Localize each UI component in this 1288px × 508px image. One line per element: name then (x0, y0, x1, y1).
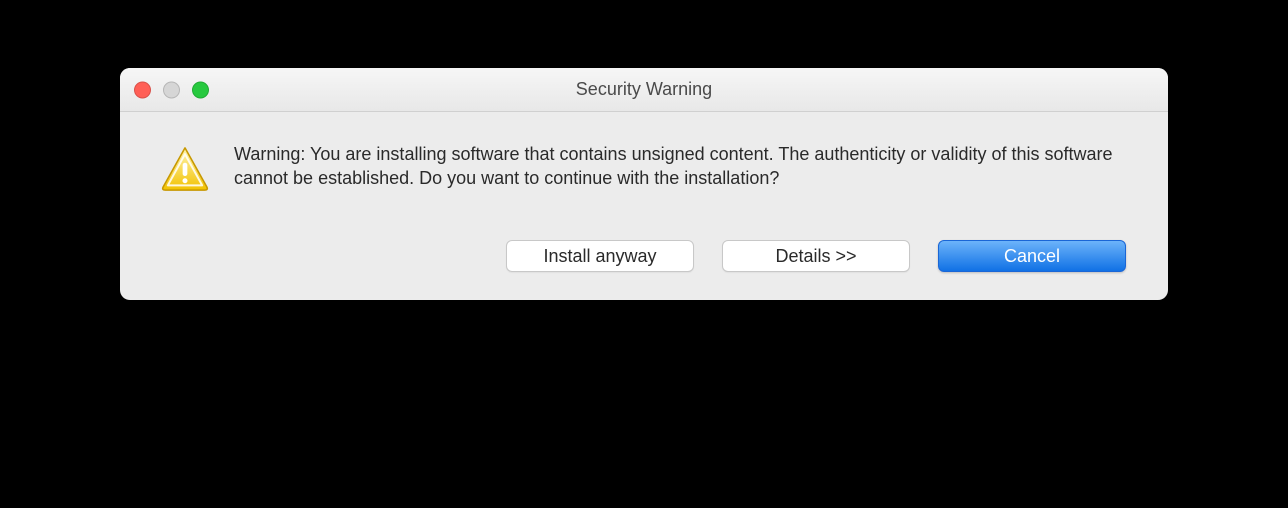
minimize-window-button (163, 81, 180, 98)
warning-icon (160, 144, 210, 194)
button-row: Install anyway Details >> Cancel (160, 240, 1128, 272)
security-warning-dialog: Security Warning Warning: You (120, 68, 1168, 300)
close-window-button[interactable] (134, 81, 151, 98)
window-controls (134, 81, 209, 98)
dialog-title: Security Warning (576, 79, 712, 100)
details-button[interactable]: Details >> (722, 240, 910, 272)
dialog-content: Warning: You are installing software tha… (120, 112, 1168, 300)
cancel-button[interactable]: Cancel (938, 240, 1126, 272)
warning-message: Warning: You are installing software tha… (234, 142, 1128, 191)
message-row: Warning: You are installing software tha… (160, 142, 1128, 194)
titlebar: Security Warning (120, 68, 1168, 112)
install-anyway-button[interactable]: Install anyway (506, 240, 694, 272)
maximize-window-button[interactable] (192, 81, 209, 98)
